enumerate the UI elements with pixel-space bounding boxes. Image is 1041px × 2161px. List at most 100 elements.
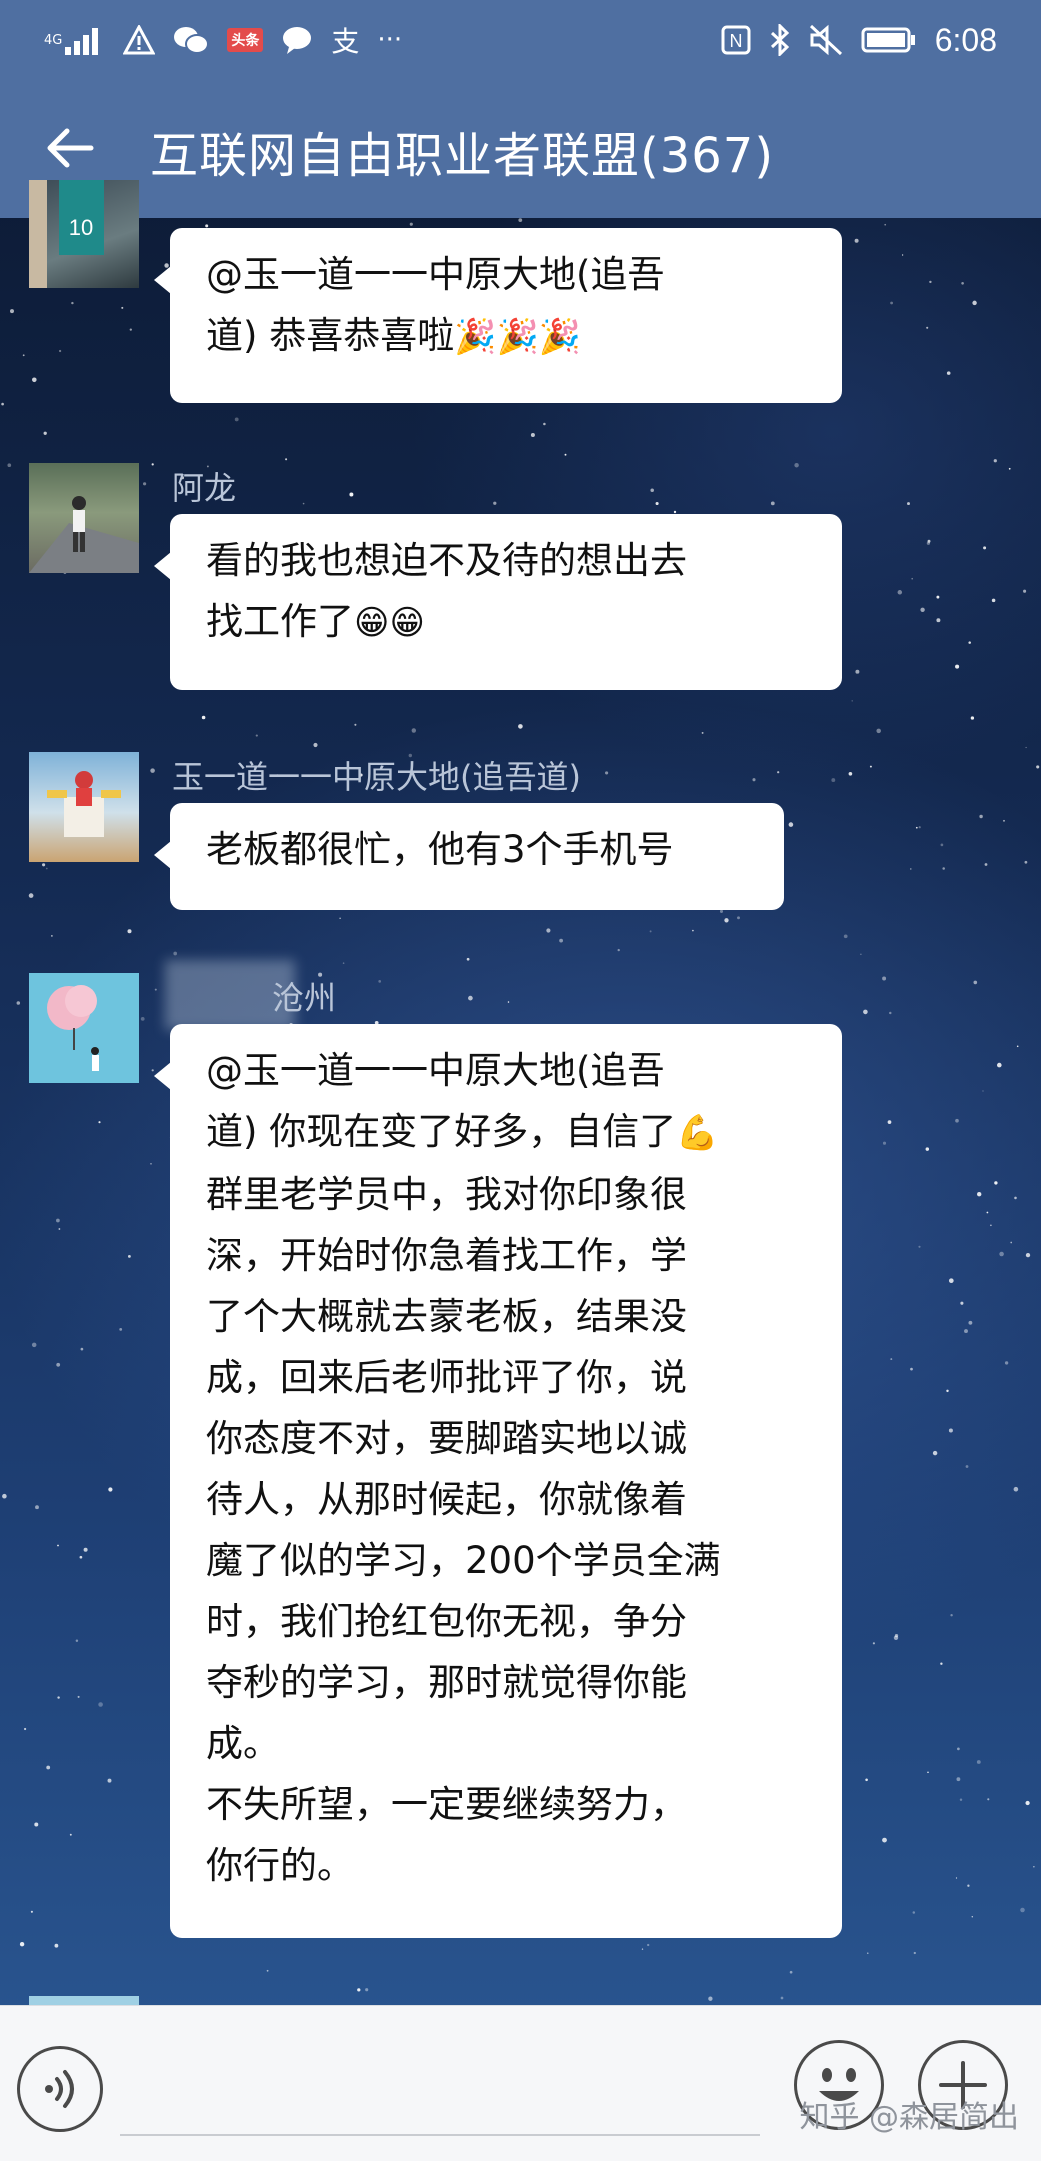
message-text: @玉一道一一中原大地(追吾 道) 你现在变了好多，自信了 bbox=[206, 1049, 677, 1153]
star bbox=[32, 377, 37, 383]
star bbox=[564, 453, 567, 456]
star bbox=[23, 1727, 27, 1731]
back-button[interactable] bbox=[40, 118, 100, 178]
avatar[interactable] bbox=[29, 973, 139, 1083]
star bbox=[354, 723, 357, 726]
star bbox=[968, 641, 971, 644]
message-text: 看的我也想迫不及待的想出去 找工作了 bbox=[206, 539, 687, 643]
star bbox=[872, 1642, 875, 1645]
star bbox=[901, 254, 904, 256]
star bbox=[882, 976, 887, 981]
message-bubble[interactable]: @玉一道一一中原大地(追吾 道) 你现在变了好多，自信了💪 群里老学员中，我对你… bbox=[154, 1024, 842, 1938]
star bbox=[918, 1245, 921, 1248]
star bbox=[865, 1778, 868, 1782]
star bbox=[1033, 1866, 1035, 1868]
voice-button[interactable] bbox=[17, 2046, 103, 2132]
star bbox=[869, 765, 872, 768]
network-type: 4G bbox=[44, 32, 63, 48]
star bbox=[961, 281, 964, 285]
star bbox=[979, 814, 983, 819]
star bbox=[851, 700, 853, 702]
title-bar: 互联网自由职业者联盟(367) bbox=[0, 78, 1041, 218]
star bbox=[150, 768, 155, 773]
star bbox=[98, 1702, 103, 1707]
star bbox=[889, 1011, 892, 1015]
star bbox=[968, 1320, 973, 1325]
star bbox=[302, 502, 305, 505]
star bbox=[973, 980, 978, 985]
message-bubble[interactable]: 看的我也想迫不及待的想出去 找工作了😁😁 bbox=[154, 514, 842, 690]
message-icon bbox=[281, 25, 313, 55]
message-bubble[interactable]: 老板都很忙，他有3个手机号 bbox=[154, 803, 784, 910]
star bbox=[411, 728, 417, 733]
star bbox=[1008, 467, 1011, 470]
star bbox=[143, 482, 147, 486]
wechat-icon bbox=[173, 25, 210, 55]
avatar[interactable]: 10 bbox=[29, 180, 139, 288]
star bbox=[7, 463, 12, 468]
avatar[interactable] bbox=[29, 463, 139, 573]
star bbox=[946, 371, 951, 375]
star bbox=[994, 1181, 998, 1185]
star bbox=[1003, 819, 1005, 822]
star bbox=[927, 1771, 929, 1774]
star bbox=[266, 1969, 269, 1972]
star bbox=[955, 664, 960, 669]
star bbox=[127, 929, 132, 934]
star bbox=[1020, 1907, 1025, 1913]
star bbox=[1014, 1196, 1017, 1200]
sender-name: 沧州 bbox=[272, 979, 337, 1017]
star bbox=[378, 980, 382, 983]
star bbox=[911, 577, 913, 580]
chat-title[interactable]: 互联网自由职业者联盟(367) bbox=[150, 116, 774, 186]
star bbox=[75, 1639, 79, 1643]
message-bubble[interactable]: @玉一道一一中原大地(追吾 道) 恭喜恭喜啦🎉🎉🎉 bbox=[154, 228, 842, 403]
star bbox=[121, 306, 124, 309]
star bbox=[724, 918, 729, 923]
star bbox=[493, 501, 497, 505]
message-input[interactable] bbox=[120, 2134, 760, 2136]
star bbox=[140, 1017, 145, 1021]
star bbox=[543, 422, 546, 426]
message-text: 老板都很忙，他有3个手机号 bbox=[206, 828, 674, 871]
avatar[interactable] bbox=[29, 752, 139, 862]
star bbox=[999, 1251, 1004, 1257]
star bbox=[991, 598, 996, 603]
sender-name: 阿龙 bbox=[172, 469, 237, 507]
star bbox=[22, 354, 25, 357]
star bbox=[650, 488, 654, 493]
star bbox=[466, 957, 470, 961]
star bbox=[752, 778, 756, 782]
star bbox=[964, 1329, 968, 1334]
star bbox=[918, 826, 921, 829]
star bbox=[794, 462, 799, 468]
star bbox=[950, 1614, 953, 1617]
message-text: @玉一道一一中原大地(追吾 道) 恭喜恭喜啦 bbox=[206, 253, 665, 357]
star bbox=[976, 1760, 981, 1764]
star bbox=[913, 1951, 916, 1955]
star bbox=[1025, 1800, 1030, 1806]
star bbox=[855, 669, 860, 674]
watermark: 知乎 @森居简出 bbox=[799, 2100, 1019, 2135]
alipay-icon: 支 bbox=[331, 25, 360, 58]
star bbox=[701, 731, 704, 734]
star bbox=[780, 1996, 784, 2000]
star bbox=[151, 463, 154, 466]
svg-text:10: 10 bbox=[69, 215, 93, 240]
star bbox=[647, 1943, 650, 1947]
party-popper-emoji: 🎉🎉🎉 bbox=[454, 317, 582, 357]
star bbox=[971, 1916, 974, 1918]
star bbox=[507, 1001, 510, 1003]
star bbox=[910, 868, 912, 870]
star bbox=[468, 995, 473, 1001]
star bbox=[518, 724, 523, 729]
star bbox=[98, 1121, 101, 1124]
star bbox=[948, 1278, 954, 1284]
star bbox=[71, 301, 74, 305]
star bbox=[655, 501, 659, 506]
star bbox=[876, 728, 881, 734]
star bbox=[897, 590, 903, 595]
star bbox=[959, 1798, 963, 1801]
star bbox=[518, 218, 523, 222]
star bbox=[2, 1493, 7, 1499]
